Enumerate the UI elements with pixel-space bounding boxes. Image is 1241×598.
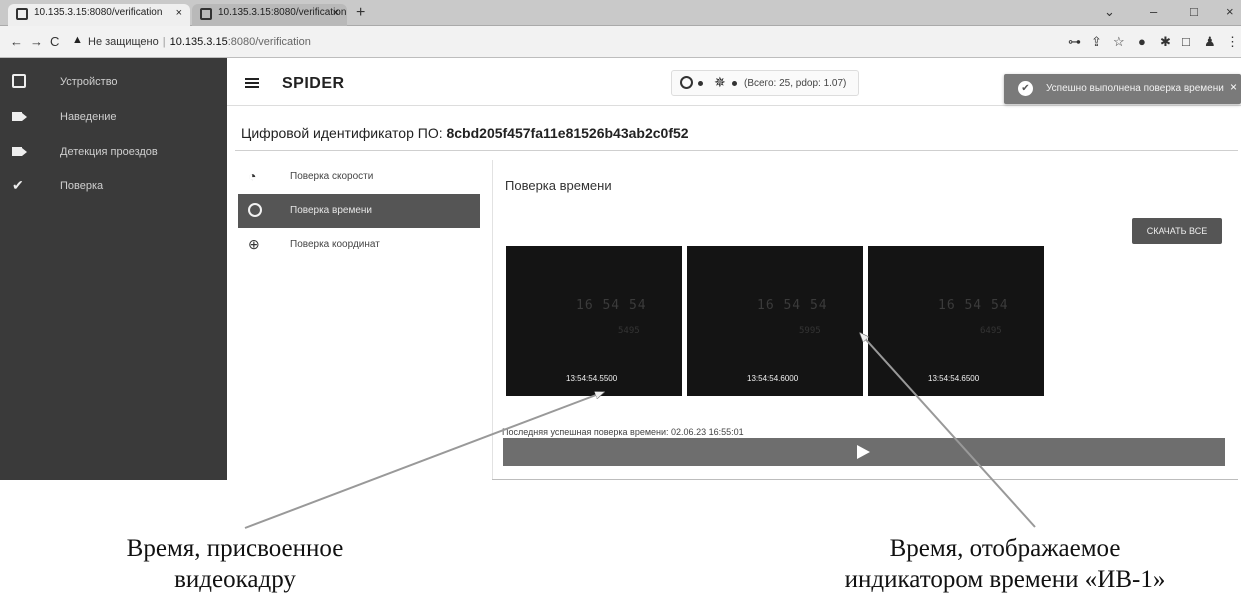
caption-frame-time: Время, присвоенное видеокадру bbox=[60, 533, 410, 595]
caption-line: Время, присвоенное bbox=[126, 535, 344, 562]
annotation-arrows bbox=[244, 0, 1036, 529]
caption-line: видеокадру bbox=[174, 566, 296, 593]
caption-line: Время, отображаемое bbox=[889, 535, 1121, 562]
arrow-to-timestamp bbox=[244, 391, 604, 529]
arrow-to-indicator bbox=[860, 333, 1036, 528]
caption-indicator-time: Время, отображаемое индикатором времени … bbox=[780, 533, 1230, 595]
caption-line: индикатором времени «ИВ-1» bbox=[844, 566, 1166, 593]
